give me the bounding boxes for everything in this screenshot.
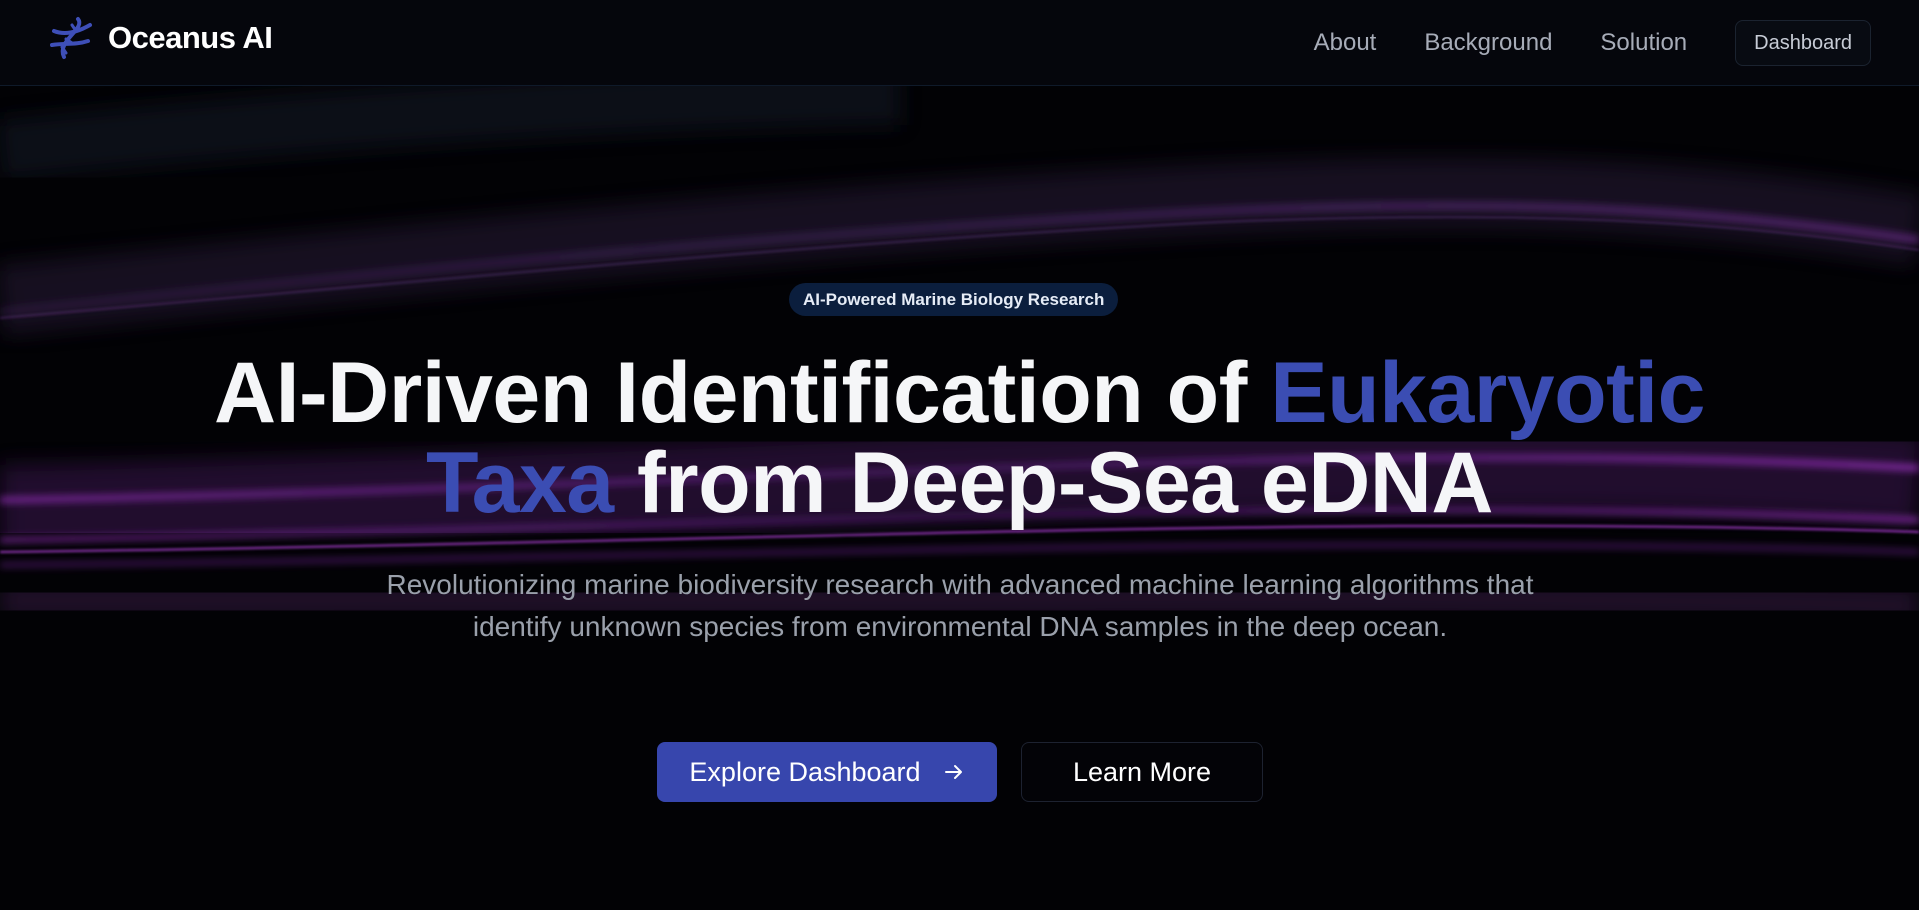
nav-link-background[interactable]: Background [1424, 29, 1552, 57]
brand-name: Oceanus AI [108, 20, 273, 55]
hero-subtitle: Revolutionizing marine biodiversity rese… [386, 569, 1534, 642]
nav-link-about[interactable]: About [1314, 29, 1377, 57]
dashboard-nav-button[interactable]: Dashboard [1735, 20, 1871, 66]
landing-page: Oceanus AI About Background Solution Das… [0, 0, 1919, 910]
headline-text-1: AI-Driven Identification of [213, 345, 1271, 441]
hero-section: AI-Powered Marine Biology Research AI-Dr… [0, 86, 1919, 910]
arrow-right-icon [944, 765, 962, 779]
top-navbar: Oceanus AI About Background Solution Das… [0, 0, 1919, 86]
hero-headline: AI-Driven Identification of Eukaryotic T… [60, 348, 1859, 528]
headline-accent-eukaryotic: Eukaryotic [1270, 345, 1705, 441]
nav-link-solution[interactable]: Solution [1600, 29, 1687, 57]
explore-dashboard-button[interactable]: Explore Dashboard [657, 742, 997, 802]
headline-text-2: from Deep-Sea eDNA [613, 435, 1494, 531]
hero-badge: AI-Powered Marine Biology Research [789, 283, 1119, 316]
dna-helix-icon [50, 17, 92, 59]
learn-more-label: Learn More [1072, 756, 1212, 787]
nav-links: About Background Solution Dashboard [1314, 20, 1871, 66]
learn-more-button[interactable]: Learn More [1021, 742, 1263, 802]
headline-line-1: AI-Driven Identification of Eukaryotic [60, 348, 1859, 438]
headline-accent-taxa: Taxa [425, 435, 614, 531]
brand-logo[interactable]: Oceanus AI [48, 14, 273, 62]
explore-dashboard-label: Explore Dashboard [689, 756, 921, 787]
headline-line-2: Taxa from Deep-Sea eDNA [60, 438, 1859, 528]
